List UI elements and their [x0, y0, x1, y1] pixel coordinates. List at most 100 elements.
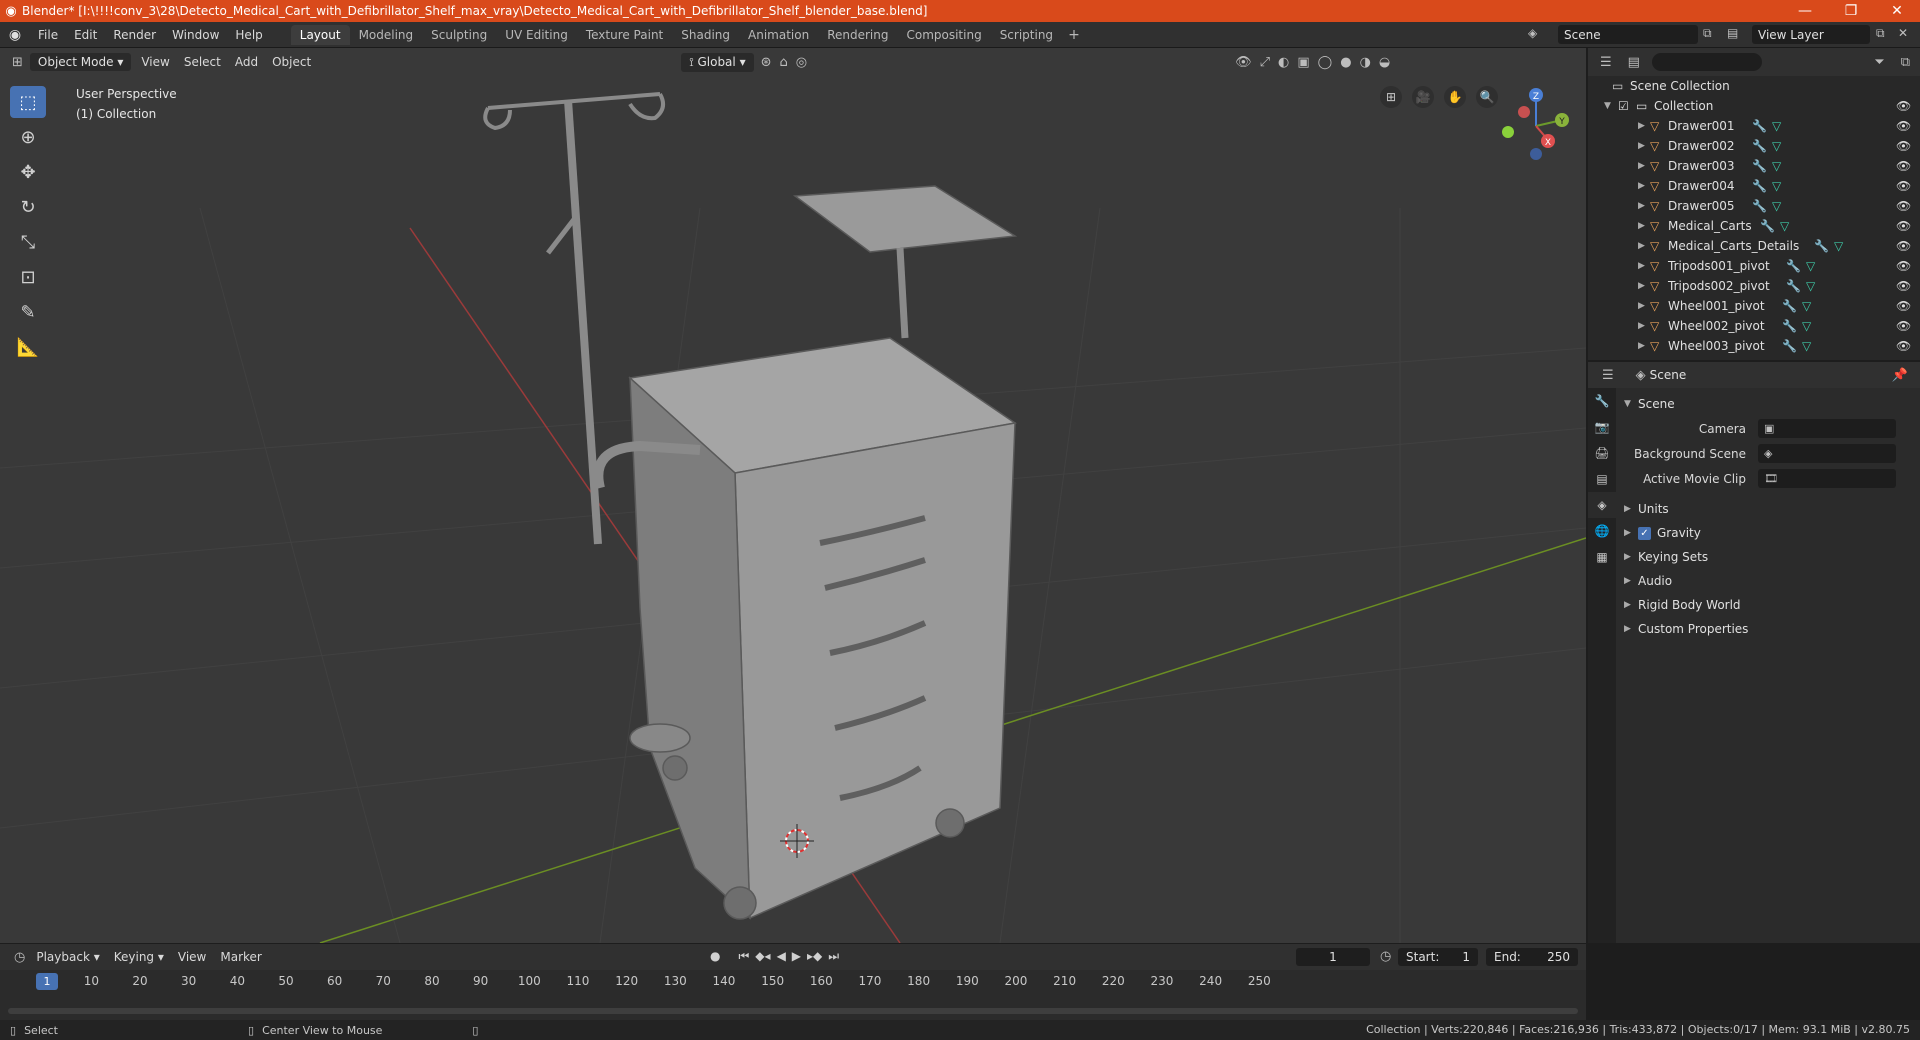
current-frame-field[interactable]: 1 [1296, 948, 1370, 966]
object-visibility-icon[interactable]: 👁 [1896, 119, 1911, 133]
blender-menu-icon[interactable]: ◉ [0, 27, 30, 43]
rendered-shading-icon[interactable]: ◒ [1375, 55, 1394, 70]
units-panel-header[interactable]: ▶ Units [1618, 497, 1920, 521]
transform-orientation-dropdown[interactable]: ⟟ Global ▾ [681, 52, 754, 72]
pin-icon[interactable]: 📌 [1888, 368, 1912, 383]
tab-sculpting[interactable]: Sculpting [422, 25, 496, 45]
expand-object-icon[interactable]: ▶ [1638, 301, 1645, 311]
mesh-data-icon[interactable]: ▽ [1806, 279, 1815, 293]
outliner-object-row[interactable]: ▶ ▽ Tripods001_pivot 🔧 ▽ 👁 [1588, 256, 1920, 276]
object-visibility-icon[interactable]: 👁 [1896, 339, 1911, 353]
menu-help[interactable]: Help [227, 28, 270, 42]
timeline-editor-type-icon[interactable]: ◷ [10, 950, 29, 965]
prev-keyframe-icon[interactable]: ◆◂ [755, 949, 770, 964]
object-visibility-icon[interactable]: 👁 [1896, 259, 1911, 273]
scene-panel-header[interactable]: ▼ Scene [1618, 392, 1920, 416]
viewport-menu-view[interactable]: View [134, 53, 176, 71]
outliner-object-row[interactable]: ▶ ▽ Medical_Carts_Details 🔧 ▽ 👁 [1588, 236, 1920, 256]
expand-object-icon[interactable]: ▶ [1638, 281, 1645, 291]
modifier-icon[interactable]: 🔧 [1814, 239, 1829, 253]
mesh-data-icon[interactable]: ▽ [1772, 119, 1781, 133]
view-layer-tab-icon[interactable]: ▤ [1588, 466, 1616, 492]
mesh-data-icon[interactable]: ▽ [1806, 259, 1815, 273]
tab-texture-paint[interactable]: Texture Paint [577, 25, 672, 45]
collection-visibility-icon[interactable]: 👁 [1896, 99, 1911, 113]
rigid-body-world-panel-header[interactable]: ▶ Rigid Body World [1618, 593, 1920, 617]
expand-object-icon[interactable]: ▶ [1638, 141, 1645, 151]
scene-tab-icon[interactable]: ◈ [1588, 492, 1616, 518]
end-frame-field[interactable]: End: 250 [1486, 948, 1578, 966]
texture-tab-icon[interactable]: ▦ [1588, 544, 1616, 570]
expand-object-icon[interactable]: ▶ [1638, 221, 1645, 231]
object-visibility-icon[interactable]: 👁 [1896, 159, 1911, 173]
3d-viewport[interactable]: ⊞ Object Mode ▾ View Select Add Object ⟟… [0, 48, 1586, 943]
expand-object-icon[interactable]: ▶ [1638, 321, 1645, 331]
move-tool-icon[interactable]: ✥ [10, 156, 46, 188]
tab-animation[interactable]: Animation [739, 25, 818, 45]
solid-shading-icon[interactable]: ● [1336, 55, 1355, 70]
modifier-icon[interactable]: 🔧 [1782, 299, 1797, 313]
tab-scripting[interactable]: Scripting [991, 25, 1062, 45]
modifier-icon[interactable]: 🔧 [1752, 179, 1767, 193]
mesh-data-icon[interactable]: ▽ [1772, 159, 1781, 173]
annotate-tool-icon[interactable]: ✎ [10, 296, 46, 328]
expand-object-icon[interactable]: ▶ [1638, 241, 1645, 251]
outliner-object-row[interactable]: ▶ ▽ Drawer002 🔧 ▽ 👁 [1588, 136, 1920, 156]
snap-icon[interactable]: ⌂ [776, 55, 792, 70]
outliner-scene-collection[interactable]: ▭ Scene Collection [1588, 76, 1920, 96]
modifier-icon[interactable]: 🔧 [1752, 119, 1767, 133]
modifier-icon[interactable]: 🔧 [1760, 219, 1775, 233]
filter-icon[interactable]: ⏷ [1870, 55, 1888, 70]
outliner-object-row[interactable]: ▶ ▽ Wheel002_pivot 🔧 ▽ 👁 [1588, 316, 1920, 336]
toggle-grid-icon[interactable]: ⊞ [1380, 86, 1402, 108]
mesh-data-icon[interactable]: ▽ [1772, 179, 1781, 193]
modifier-icon[interactable]: 🔧 [1752, 199, 1767, 213]
tab-layout[interactable]: Layout [290, 24, 350, 45]
material-shading-icon[interactable]: ◑ [1356, 55, 1375, 70]
outliner-collection[interactable]: ▼ ☑ ▭ Collection 👁 [1588, 96, 1920, 116]
keying-sets-panel-header[interactable]: ▶ Keying Sets [1618, 545, 1920, 569]
jump-start-icon[interactable]: ⏮ [738, 949, 749, 964]
timeline-menu-playback[interactable]: Playback ▾ [29, 948, 106, 966]
mesh-data-icon[interactable]: ▽ [1802, 299, 1811, 313]
timeline-menu-view[interactable]: View [171, 948, 213, 966]
play-reverse-icon[interactable]: ◀ [777, 949, 786, 964]
active-movie-clip-field[interactable]: 🎞 [1758, 469, 1896, 488]
object-visibility-icon[interactable]: 👁 [1896, 239, 1911, 253]
scene-icon[interactable]: ◈ [1528, 26, 1537, 40]
scale-tool-icon[interactable]: ⤡ [10, 226, 46, 258]
mesh-data-icon[interactable]: ▽ [1780, 219, 1789, 233]
gravity-checkbox[interactable]: ✓ [1638, 526, 1651, 540]
gizmo-neg-x[interactable] [1518, 106, 1530, 118]
viewport-menu-select[interactable]: Select [177, 53, 228, 71]
outliner-object-row[interactable]: ▶ ▽ Drawer001 🔧 ▽ 👁 [1588, 116, 1920, 136]
outliner-object-row[interactable]: ▶ ▽ Wheel001_pivot 🔧 ▽ 👁 [1588, 296, 1920, 316]
xray-toggle-icon[interactable]: ▣ [1293, 55, 1313, 70]
outliner-object-row[interactable]: ▶ ▽ Tripods002_pivot 🔧 ▽ 👁 [1588, 276, 1920, 296]
expand-object-icon[interactable]: ▶ [1638, 341, 1645, 351]
outliner-object-row[interactable]: ▶ ▽ Drawer005 🔧 ▽ 👁 [1588, 196, 1920, 216]
world-tab-icon[interactable]: 🌐 [1588, 518, 1616, 544]
outliner-object-row[interactable]: ▶ ▽ Medical_Carts 🔧 ▽ 👁 [1588, 216, 1920, 236]
outliner-object-row[interactable]: ▶ ▽ Drawer003 🔧 ▽ 👁 [1588, 156, 1920, 176]
expand-object-icon[interactable]: ▶ [1638, 121, 1645, 131]
output-tab-icon[interactable]: 🖨 [1588, 440, 1616, 466]
background-scene-field[interactable]: ◈ [1758, 444, 1896, 463]
mesh-data-icon[interactable]: ▽ [1802, 339, 1811, 353]
audio-panel-header[interactable]: ▶ Audio [1618, 569, 1920, 593]
object-visibility-icon[interactable]: 👁 [1896, 299, 1911, 313]
timeline-menu-keying[interactable]: Keying ▾ [107, 948, 171, 966]
cursor-tool-icon[interactable]: ⊕ [10, 121, 46, 153]
visibility-selectability-icon[interactable]: 👁 [1231, 55, 1256, 70]
rotate-tool-icon[interactable]: ↻ [10, 191, 46, 223]
menu-file[interactable]: File [30, 28, 66, 42]
camera-field[interactable]: ▣ [1758, 419, 1896, 438]
pan-view-icon[interactable]: ✋ [1444, 86, 1466, 108]
viewport-menu-add[interactable]: Add [228, 53, 265, 71]
measure-tool-icon[interactable]: 📐 [10, 331, 46, 363]
tab-uv-editing[interactable]: UV Editing [496, 25, 577, 45]
gizmo-toggle-icon[interactable]: ⤢ [1256, 55, 1274, 70]
editor-type-icon[interactable]: ⊞ [8, 55, 27, 70]
object-visibility-icon[interactable]: 👁 [1896, 219, 1911, 233]
mesh-data-icon[interactable]: ▽ [1802, 319, 1811, 333]
